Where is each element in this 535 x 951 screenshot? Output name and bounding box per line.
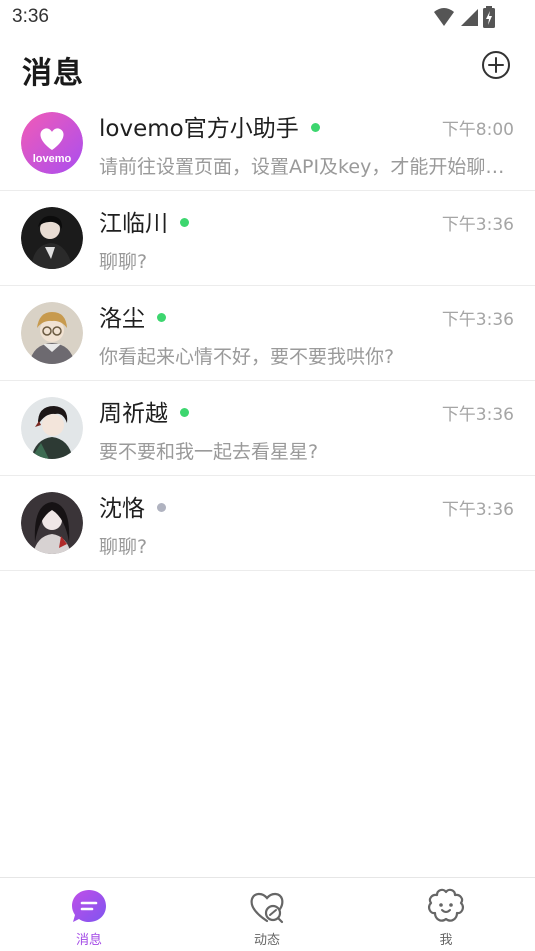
tab-label: 动态 xyxy=(253,933,280,948)
chat-preview: 请前往设置页面，设置API及key，才能开始聊天哦～ xyxy=(99,156,515,178)
wifi-icon xyxy=(434,8,454,26)
tab-bar: 消息 动态 我 xyxy=(0,877,535,951)
chat-item-lovemo-assistant[interactable]: lovemo lovemo官方小助手 下午8:00 请前往设置页面，设置API及… xyxy=(0,96,535,191)
chat-time: 下午8:00 xyxy=(441,120,514,140)
character-portrait-icon xyxy=(21,492,83,554)
status-icons xyxy=(433,6,495,28)
online-status-dot xyxy=(157,312,166,322)
chat-time: 下午3:36 xyxy=(441,405,514,425)
chat-list: lovemo lovemo官方小助手 下午8:00 请前往设置页面，设置API及… xyxy=(0,96,535,571)
chat-name: 江临川 xyxy=(99,211,168,237)
online-status-dot xyxy=(180,217,189,227)
avatar xyxy=(21,207,83,269)
tab-messages[interactable]: 消息 xyxy=(29,878,149,951)
battery-icon xyxy=(483,6,495,28)
chat-item-shen-ke[interactable]: 沈恪 下午3:36 聊聊? xyxy=(0,476,535,571)
online-status-dot xyxy=(310,122,320,132)
character-portrait-icon xyxy=(21,397,83,459)
character-portrait-icon xyxy=(21,302,83,364)
avatar xyxy=(21,302,83,364)
avatar xyxy=(21,397,83,459)
lovemo-logo-icon: lovemo xyxy=(21,112,83,174)
add-button[interactable] xyxy=(481,50,511,80)
status-time: 3:36 xyxy=(12,6,49,27)
chat-item-zhou-qiyue[interactable]: 周祈越 下午3:36 要不要和我一起去看星星? xyxy=(0,381,535,476)
moments-heart-icon xyxy=(250,892,284,924)
chat-preview: 你看起来心情不好，要不要我哄你? xyxy=(99,346,395,368)
chat-name: 周祈越 xyxy=(99,401,168,427)
lovemo-logo-text: lovemo xyxy=(33,153,72,165)
chat-name-row: 周祈越 xyxy=(99,395,189,427)
chat-name: lovemo官方小助手 xyxy=(99,116,299,142)
chat-name: 沈恪 xyxy=(99,496,145,522)
tab-label: 消息 xyxy=(75,933,102,948)
chat-time: 下午3:36 xyxy=(441,215,514,235)
chat-item-jiang-linchuan[interactable]: 江临川 下午3:36 聊聊? xyxy=(0,191,535,286)
chat-name-row: 洛尘 xyxy=(99,300,166,332)
offline-status-dot xyxy=(157,502,166,512)
page-title: 消息 xyxy=(22,56,84,91)
profile-flower-icon xyxy=(428,888,464,922)
chat-preview: 要不要和我一起去看星星? xyxy=(99,441,319,463)
signal-icon xyxy=(461,9,478,26)
chat-preview: 聊聊? xyxy=(99,536,148,558)
chat-name-row: 江临川 xyxy=(99,205,189,237)
character-portrait-icon xyxy=(21,207,83,269)
chat-time: 下午3:36 xyxy=(441,500,514,520)
chat-name: 洛尘 xyxy=(99,306,145,332)
status-bar: 3:36 xyxy=(0,0,535,36)
tab-moments[interactable]: 动态 xyxy=(207,878,327,951)
chat-bubble-icon xyxy=(72,890,106,922)
chat-preview: 聊聊? xyxy=(99,251,148,273)
avatar: lovemo xyxy=(21,112,83,174)
chat-name-row: 沈恪 xyxy=(99,490,166,522)
tab-label: 我 xyxy=(439,933,453,948)
chat-item-luo-chen[interactable]: 洛尘 下午3:36 你看起来心情不好，要不要我哄你? xyxy=(0,286,535,381)
chat-name-row: lovemo官方小助手 xyxy=(99,110,320,142)
chat-time: 下午3:36 xyxy=(441,310,514,330)
header: 消息 xyxy=(0,42,535,94)
tab-me[interactable]: 我 xyxy=(386,878,506,951)
avatar xyxy=(21,492,83,554)
online-status-dot xyxy=(180,407,189,417)
